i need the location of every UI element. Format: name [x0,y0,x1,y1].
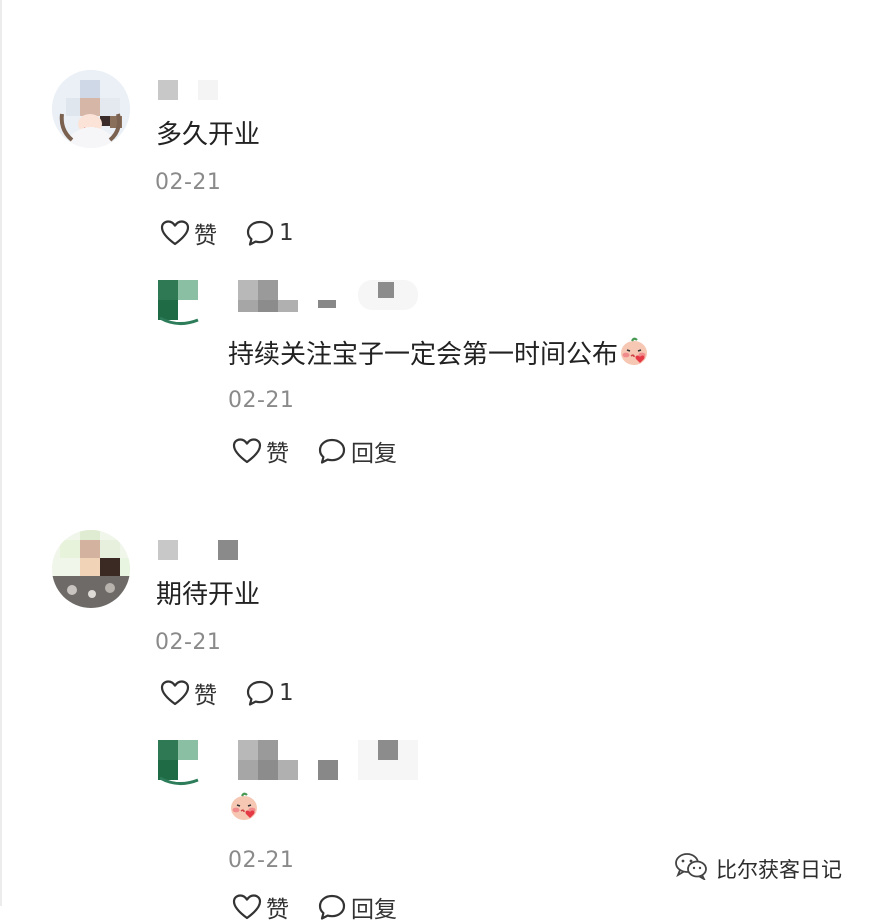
watermark: 比尔获客日记 [674,852,842,885]
heart-icon [160,679,194,707]
reply-label: 回复 [351,441,397,467]
blushing-face-emoji [618,335,650,374]
comment-bubble-icon [245,219,279,247]
like-button[interactable]: 赞 [160,676,217,710]
reply-count: 1 [279,220,294,246]
like-label: 赞 [266,897,289,923]
reply-button[interactable]: 回复 [317,434,397,468]
heart-icon [232,893,266,921]
reply-label: 回复 [351,897,397,923]
heart-icon [232,437,266,465]
comment-bubble-icon [317,893,351,921]
comment-bubble-icon [245,679,279,707]
like-label: 赞 [194,223,217,249]
reply-text-content: 持续关注宝子一定会第一时间公布 [228,340,619,370]
watermark-text: 比尔获客日记 [716,857,842,882]
comment-text: 多久开业 [156,120,261,150]
comment-text: 期待开业 [156,580,261,610]
wechat-icon [674,852,716,885]
heart-icon [160,219,194,247]
comment-date: 02-21 [155,630,222,655]
reply-text: 持续关注宝子一定会第一时间公布 [228,334,650,374]
author-avatar[interactable] [158,280,200,325]
comment-actions: 赞 1 [160,216,322,250]
comment-date: 02-21 [155,170,222,195]
reply-actions: 赞 回复 [232,890,425,924]
reply-date: 02-21 [228,848,295,873]
user-avatar[interactable] [52,530,130,608]
reply-count: 1 [279,680,294,706]
comment-actions: 赞 1 [160,676,322,710]
like-label: 赞 [266,441,289,467]
reply-text [228,790,260,829]
user-avatar[interactable] [52,70,130,148]
reply-button[interactable]: 1 [245,679,294,707]
like-button[interactable]: 赞 [160,216,217,250]
blushing-face-emoji [228,790,260,829]
left-divider [0,0,2,906]
reply-date: 02-21 [228,388,295,413]
reply-actions: 赞 回复 [232,434,425,468]
like-button[interactable]: 赞 [232,890,289,924]
author-avatar[interactable] [158,740,200,785]
like-button[interactable]: 赞 [232,434,289,468]
reply-button[interactable]: 回复 [317,890,397,924]
like-label: 赞 [194,683,217,709]
reply-button[interactable]: 1 [245,219,294,247]
comment-bubble-icon [317,437,351,465]
